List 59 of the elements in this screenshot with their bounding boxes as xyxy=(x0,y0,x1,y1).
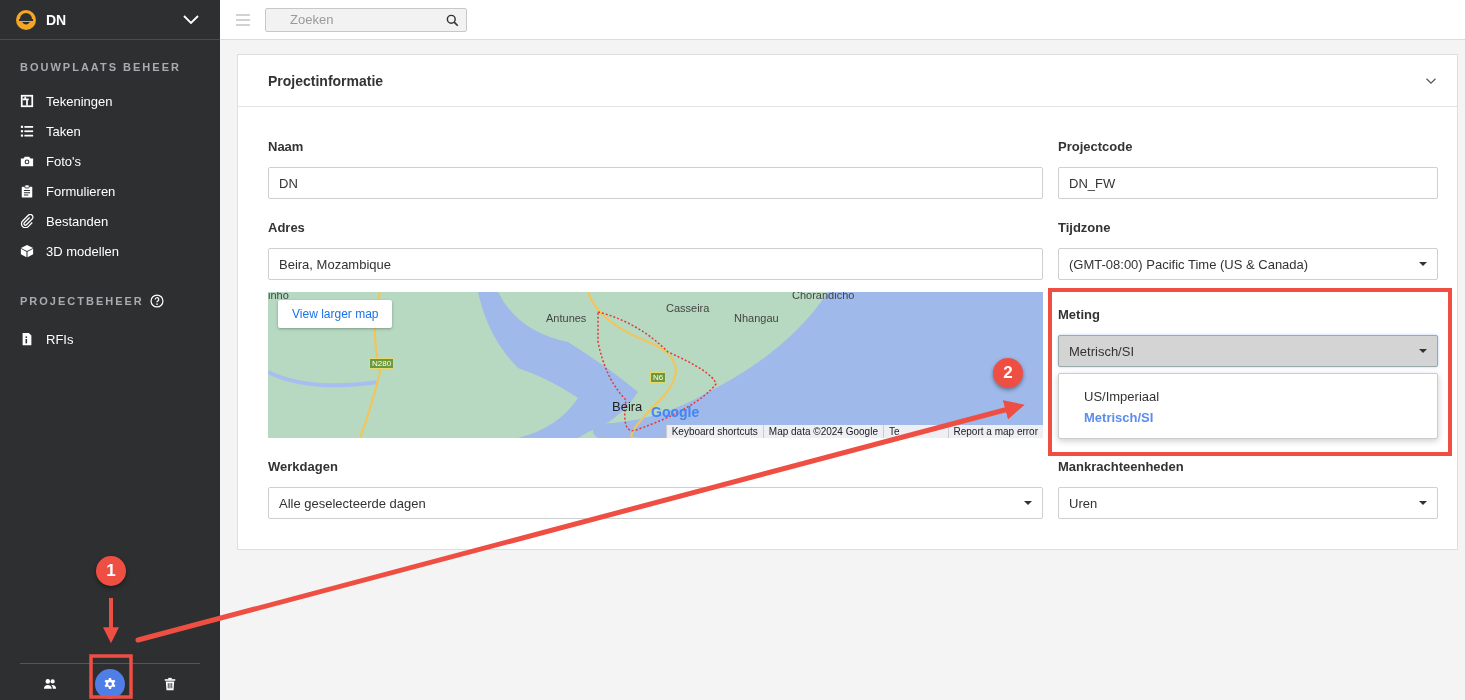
map-place-label: Beira xyxy=(612,399,643,414)
map-footer-link[interactable]: Te xyxy=(882,425,948,438)
caret-icon xyxy=(1419,262,1427,266)
text-field[interactable]: DN_FW xyxy=(1058,167,1438,199)
project-name: DN xyxy=(46,11,68,28)
paperclip-icon xyxy=(20,214,34,228)
sidebar-item[interactable]: Tekeningen xyxy=(0,86,220,116)
annotation-arrow xyxy=(103,598,119,644)
view-larger-map-link[interactable]: View larger map xyxy=(278,300,393,328)
sidebar-item[interactable]: Bestanden xyxy=(0,206,220,236)
caret-icon xyxy=(1419,349,1427,353)
section-heading: PROJECTBEHEER xyxy=(20,295,144,307)
road-number-label: N280 xyxy=(369,358,395,369)
field-label: Meting xyxy=(1058,307,1101,323)
field-label: Naam xyxy=(268,139,305,155)
list-icon xyxy=(20,124,34,138)
caret-icon xyxy=(1419,501,1427,505)
info-document-icon xyxy=(20,332,34,346)
sidebar-item[interactable]: Taken xyxy=(0,116,220,146)
field-label: Werkdagen xyxy=(268,459,339,475)
road-number-label: N6 xyxy=(650,372,667,383)
dropdown-field[interactable]: Alle geselecteerde dagen xyxy=(268,487,1043,519)
cube-icon xyxy=(20,244,34,258)
field-label: Projectcode xyxy=(1058,139,1134,155)
text-field[interactable]: Beira, Mozambique xyxy=(268,248,1043,280)
map-place-label: inho xyxy=(268,292,289,301)
dropdown-option[interactable]: US/Imperiaal xyxy=(1059,386,1437,407)
map-place-label: Chorandicho xyxy=(792,292,855,301)
field-label: Tijdzone xyxy=(1058,220,1112,236)
caret-icon xyxy=(1024,501,1032,505)
field-label: Adres xyxy=(268,220,306,236)
map-footer-link[interactable]: Map data ©2024 Google xyxy=(762,425,883,438)
sidebar-item[interactable]: Foto's xyxy=(0,146,220,176)
dropdown-field[interactable]: (GMT-08:00) Pacific Time (US & Canada) xyxy=(1058,248,1438,280)
drawing-sheet-icon xyxy=(20,94,34,108)
map-footer-link[interactable]: Report a map error xyxy=(947,425,1043,438)
camera-icon xyxy=(20,154,34,168)
trash-icon xyxy=(163,677,177,691)
hard-hat-logo-icon xyxy=(16,9,36,30)
section-heading: BOUWPLAATS BEHEER xyxy=(20,61,181,73)
map-place-label: Casseira xyxy=(666,302,710,314)
map-place-label: Antunes xyxy=(546,312,587,324)
map-place-label: Nhangau xyxy=(734,312,779,324)
panel-title: Projectinformatie xyxy=(268,72,385,89)
search-field[interactable]: Zoeken xyxy=(265,7,467,32)
field-label: Mankrachteenheden xyxy=(1058,459,1185,475)
help-icon[interactable] xyxy=(149,294,164,308)
map-footer-link[interactable]: Keyboard shortcuts xyxy=(665,425,763,438)
sidebar-item[interactable]: RFIs xyxy=(0,324,220,354)
highlight-frame xyxy=(89,654,133,699)
sidebar-item[interactable]: 3D modellen xyxy=(0,236,220,266)
settings-icon xyxy=(103,677,117,691)
text-field[interactable]: DN xyxy=(268,167,1043,199)
dropdown-field[interactable]: Metrisch/SI xyxy=(1058,335,1438,367)
dropdown-field[interactable]: Uren xyxy=(1058,487,1438,519)
search-icon xyxy=(446,13,459,27)
people-icon xyxy=(43,677,57,691)
clipboard-icon xyxy=(20,184,34,198)
sidebar-item[interactable]: Formulieren xyxy=(0,176,220,206)
